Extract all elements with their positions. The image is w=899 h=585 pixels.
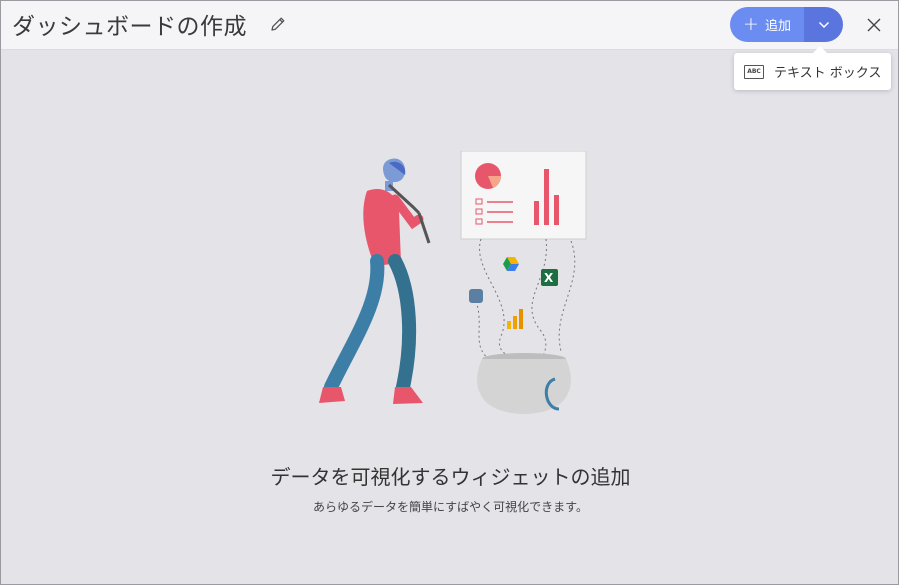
empty-state-description: あらゆるデータを簡単にすばやく可視化できます。 bbox=[313, 500, 588, 514]
plus-icon: + bbox=[743, 13, 759, 35]
empty-state-headline: データを可視化するウィジェットの追加 bbox=[270, 465, 631, 489]
empty-state-illustration: X bbox=[319, 151, 587, 414]
add-button[interactable]: + 追加 bbox=[730, 7, 804, 42]
dashboard-create-dialog: ダッシュボードの作成 + 追加 ABC テキスト ボックス X データを可視化す… bbox=[0, 0, 899, 585]
page-title: ダッシュボードの作成 bbox=[12, 14, 247, 40]
add-button-label: 追加 bbox=[764, 19, 791, 34]
svg-text:X: X bbox=[544, 271, 554, 285]
chevron-down-icon bbox=[818, 21, 829, 28]
menu-item-label: テキスト ボックス bbox=[774, 66, 882, 81]
add-dropdown-menu: ABC テキスト ボックス bbox=[734, 46, 891, 90]
edit-pencil-icon[interactable] bbox=[269, 15, 287, 33]
header-bar: ダッシュボードの作成 + 追加 bbox=[1, 1, 898, 50]
text-box-icon: ABC bbox=[744, 64, 764, 79]
menu-item-text-box[interactable]: ABC テキスト ボックス bbox=[734, 53, 891, 90]
close-icon[interactable] bbox=[865, 16, 883, 34]
add-dropdown-toggle[interactable] bbox=[804, 7, 843, 42]
